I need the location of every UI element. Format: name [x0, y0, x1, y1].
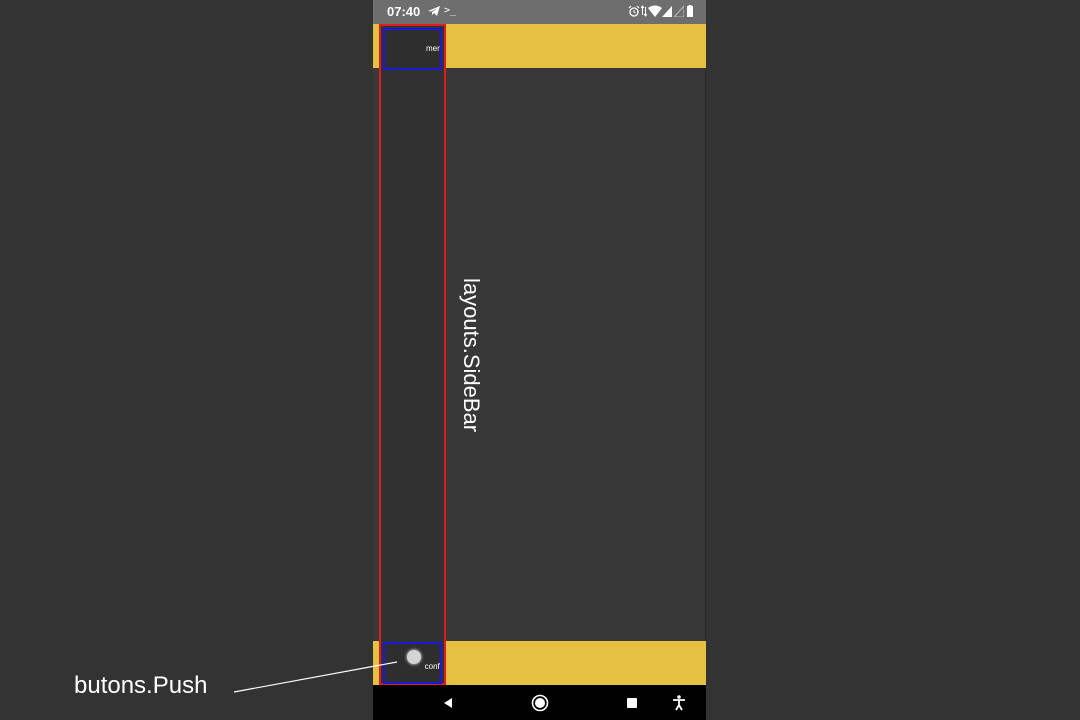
- annotated-screenshot: 07:40 >_ men confi layouts.SideBar buton…: [0, 0, 1080, 720]
- callout-line: [233, 661, 398, 693]
- push-annotation-label: butons.Push: [74, 672, 208, 699]
